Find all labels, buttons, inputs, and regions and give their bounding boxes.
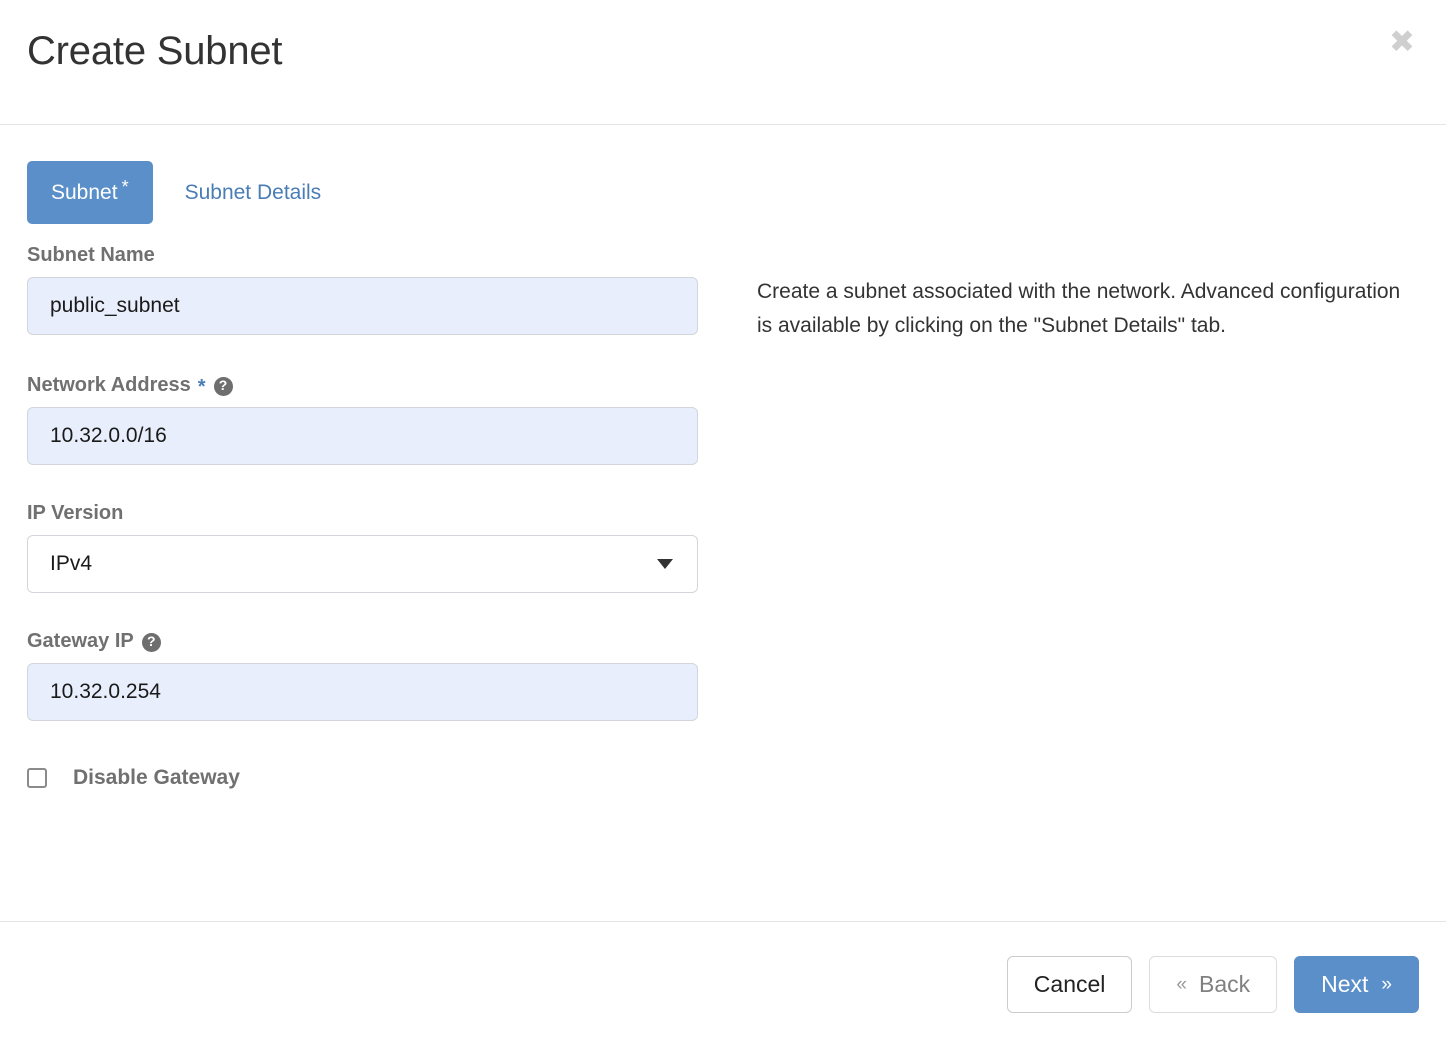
tab-subnet-label: Subnet bbox=[51, 181, 118, 204]
question-mark-icon[interactable]: ? bbox=[141, 632, 161, 652]
gateway-ip-input[interactable] bbox=[27, 663, 698, 721]
ip-version-select[interactable]: IPv4 bbox=[27, 535, 698, 593]
modal-header: Create Subnet ✖ bbox=[0, 0, 1446, 125]
ip-version-select-wrapper: IPv4 bbox=[27, 535, 698, 593]
back-button[interactable]: « Back bbox=[1149, 956, 1278, 1013]
subnet-form: Subnet Name Network Address * ? IP Versi… bbox=[27, 243, 698, 790]
network-address-label-text: Network Address bbox=[27, 374, 191, 396]
ip-version-label: IP Version bbox=[27, 501, 698, 525]
disable-gateway-label[interactable]: Disable Gateway bbox=[73, 766, 240, 790]
cancel-button-label: Cancel bbox=[1033, 971, 1106, 997]
network-address-label: Network Address * ? bbox=[27, 373, 698, 398]
next-button-label: Next bbox=[1321, 971, 1369, 997]
create-subnet-modal: Create Subnet ✖ Subnet * Subnet Details … bbox=[0, 0, 1446, 1048]
ip-version-selected-value: IPv4 bbox=[50, 552, 93, 575]
modal-footer: Cancel « Back Next » bbox=[0, 922, 1446, 1047]
ip-version-label-text: IP Version bbox=[27, 502, 124, 524]
question-mark-glyph: ? bbox=[146, 633, 156, 649]
close-icon: ✖ bbox=[1389, 23, 1415, 60]
back-button-label: Back bbox=[1198, 971, 1251, 997]
next-button[interactable]: Next » bbox=[1294, 956, 1419, 1013]
tab-subnet-details-label: Subnet Details bbox=[184, 181, 322, 204]
gateway-ip-label: Gateway IP ? bbox=[27, 629, 698, 653]
tab-subnet-required-marker: * bbox=[121, 177, 129, 197]
close-button[interactable]: ✖ bbox=[1380, 20, 1424, 64]
subnet-name-label-text: Subnet Name bbox=[27, 244, 155, 266]
chevron-right-icon: » bbox=[1381, 974, 1392, 995]
question-mark-glyph: ? bbox=[218, 377, 228, 393]
tab-bar: Subnet * Subnet Details bbox=[27, 161, 345, 224]
network-address-input[interactable] bbox=[27, 407, 698, 465]
disable-gateway-row: Disable Gateway bbox=[27, 766, 698, 790]
tab-subnet-details[interactable]: Subnet Details bbox=[161, 161, 346, 224]
chevron-left-icon: « bbox=[1176, 974, 1187, 995]
subnet-name-input[interactable] bbox=[27, 277, 698, 335]
modal-body: Subnet * Subnet Details Subnet Name Netw… bbox=[0, 125, 1446, 922]
gateway-ip-label-text: Gateway IP bbox=[27, 630, 134, 652]
disable-gateway-checkbox[interactable] bbox=[27, 768, 47, 788]
question-mark-icon[interactable]: ? bbox=[213, 376, 233, 396]
tab-subnet[interactable]: Subnet * bbox=[27, 161, 153, 224]
network-address-required-marker: * bbox=[197, 376, 206, 398]
page-title: Create Subnet bbox=[27, 29, 283, 73]
help-text: Create a subnet associated with the netw… bbox=[757, 280, 1401, 338]
subnet-name-label: Subnet Name bbox=[27, 243, 698, 267]
cancel-button[interactable]: Cancel bbox=[1006, 956, 1133, 1013]
